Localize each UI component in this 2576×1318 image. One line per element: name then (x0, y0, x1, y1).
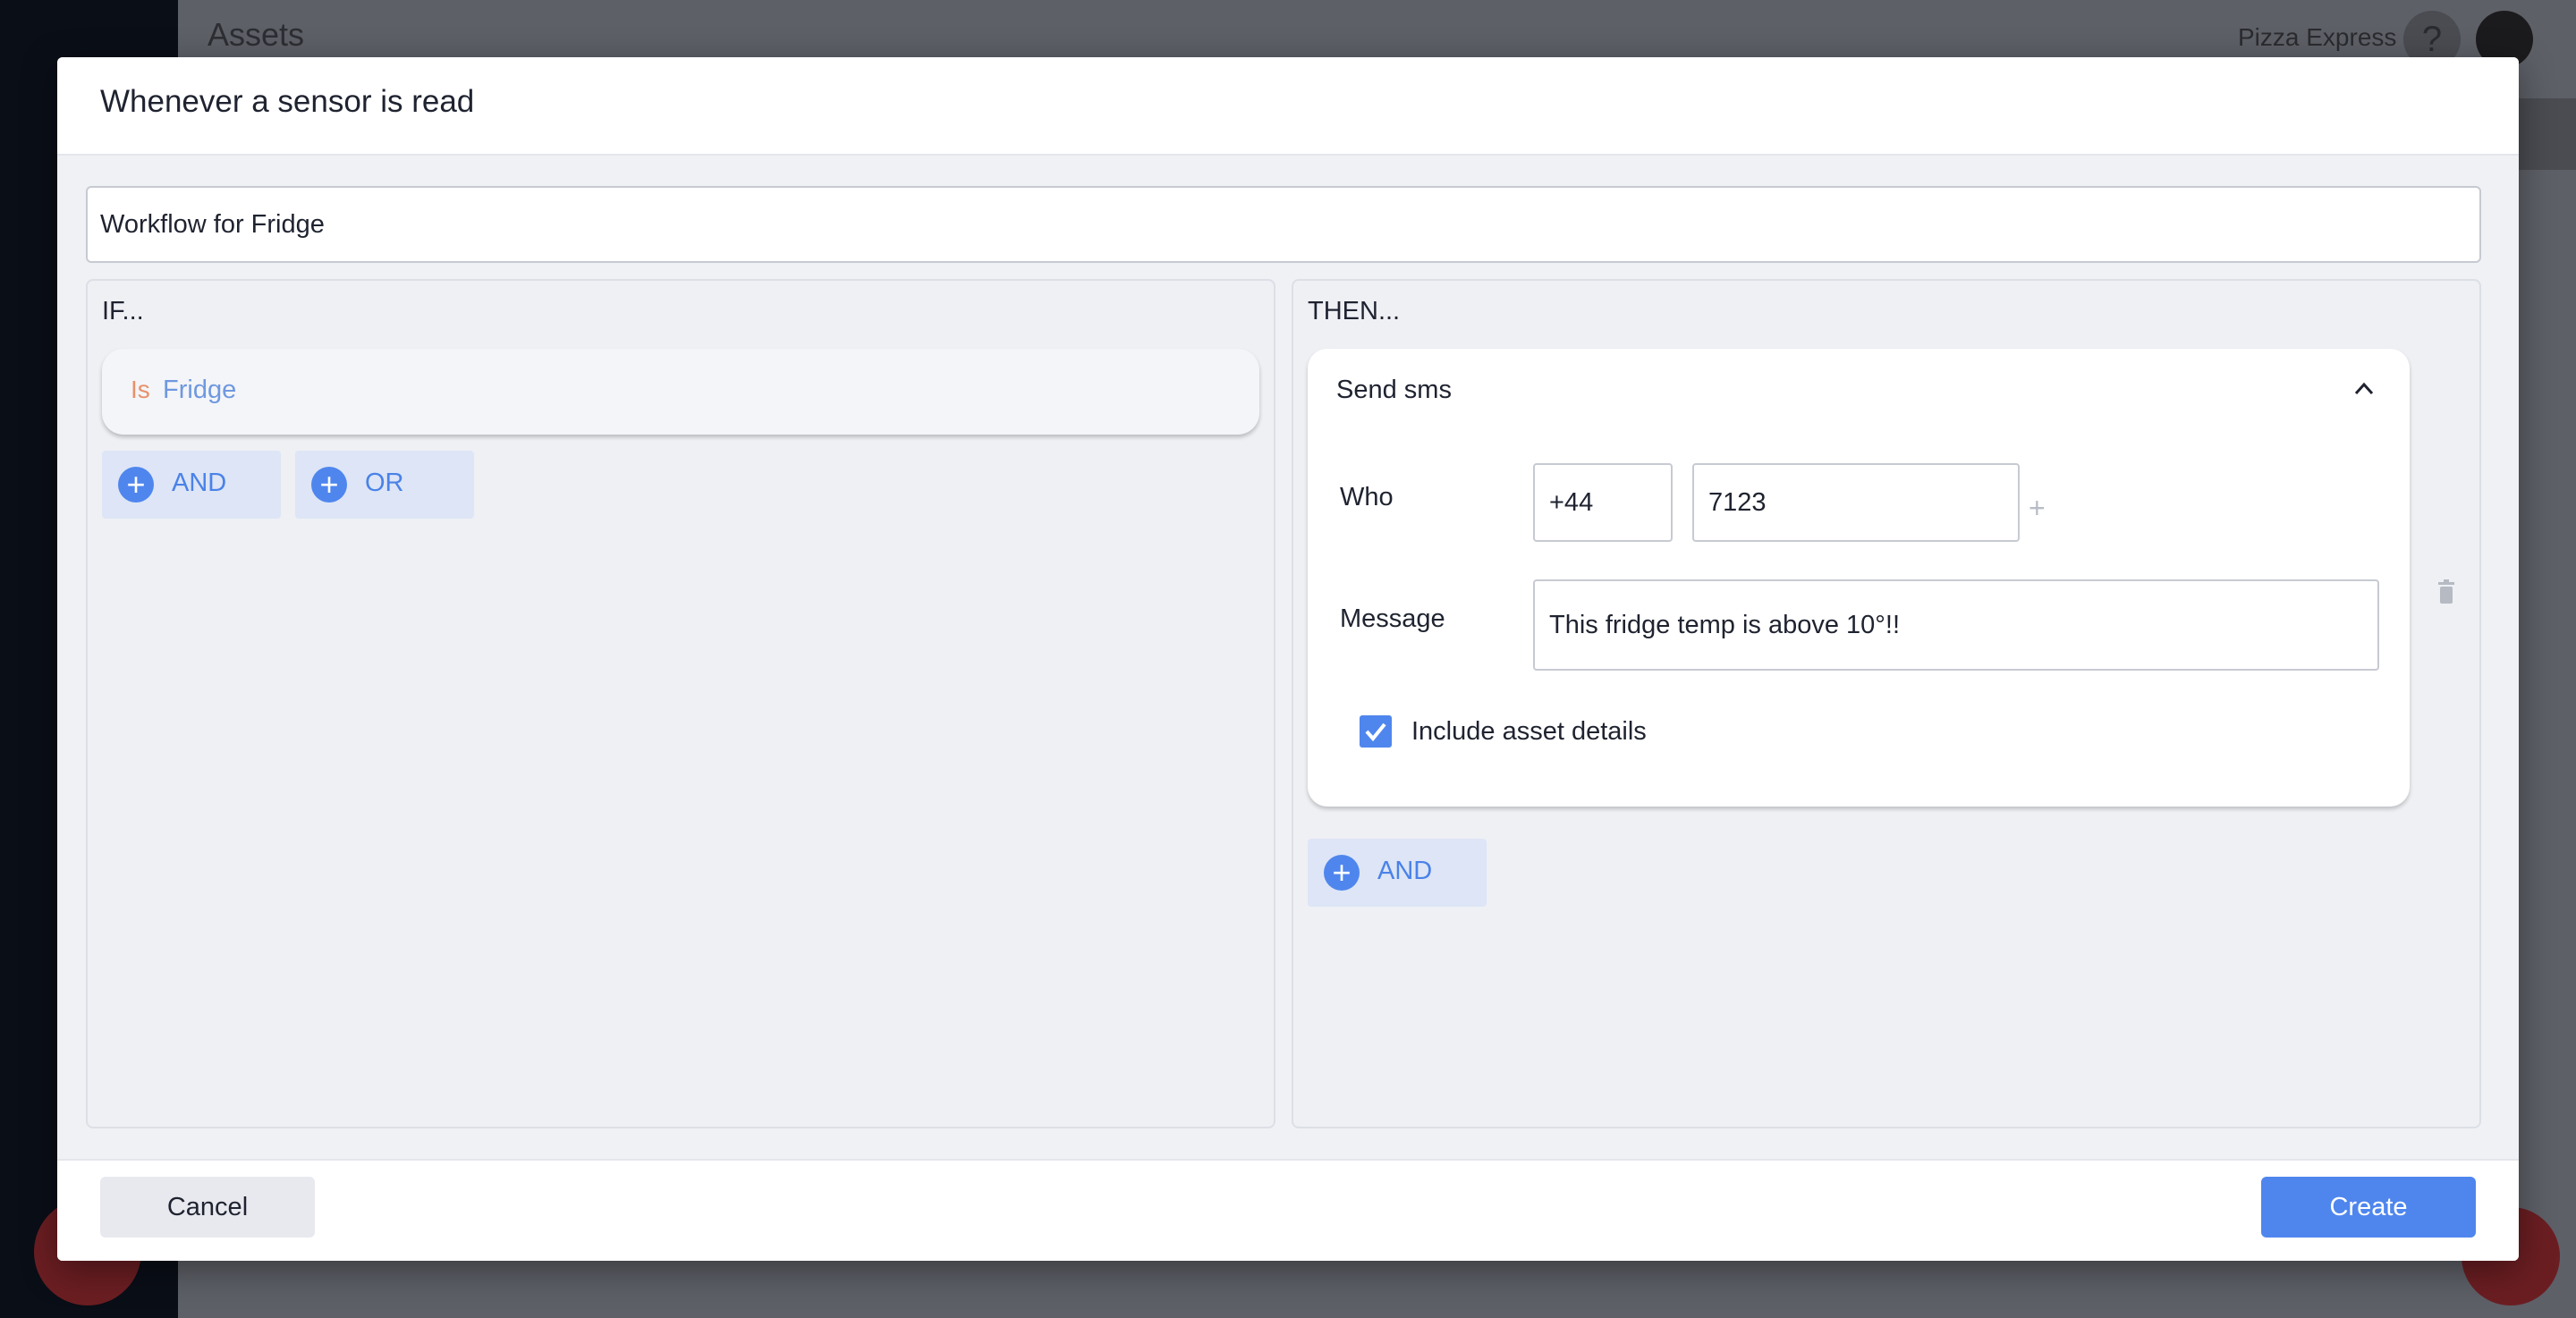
if-or-label: OR (365, 469, 404, 497)
if-label: IF... (102, 297, 144, 325)
background-brand-name: Pizza Express (2238, 23, 2397, 51)
include-asset-details-checkbox[interactable] (1360, 715, 1392, 748)
create-button[interactable]: Create (2261, 1177, 2476, 1238)
who-label: Who (1340, 483, 1394, 511)
send-sms-action-card: Send sms Who + Message Include asset det… (1308, 349, 2410, 807)
if-panel: IF... Is Fridge + AND + OR (86, 279, 1275, 1128)
condition-card[interactable]: Is Fridge (102, 349, 1259, 435)
workflow-modal: Whenever a sensor is read IF... Is Fridg… (57, 57, 2519, 1261)
plus-icon[interactable]: + (2029, 492, 2046, 525)
then-and-label: AND (1377, 857, 1433, 885)
plus-circle-icon: + (1324, 855, 1360, 891)
modal-footer: Cancel Create (57, 1159, 2519, 1261)
if-and-button[interactable]: + AND (102, 451, 281, 519)
include-asset-details-label: Include asset details (1411, 717, 1647, 746)
modal-header: Whenever a sensor is read (57, 57, 2519, 156)
if-and-label: AND (172, 469, 227, 497)
plus-circle-icon: + (311, 467, 347, 503)
checkmark-icon (1365, 722, 1386, 742)
background-panel-edge (2519, 98, 2576, 170)
then-panel: THEN... Send sms Who + Message Include a… (1292, 279, 2481, 1128)
if-or-button[interactable]: + OR (295, 451, 474, 519)
modal-title: Whenever a sensor is read (100, 84, 475, 119)
cancel-button[interactable]: Cancel (100, 1177, 315, 1238)
phone-number-input[interactable] (1692, 463, 2020, 542)
message-input[interactable] (1533, 579, 2379, 671)
message-label: Message (1340, 604, 1445, 633)
condition-value: Fridge (163, 376, 237, 404)
chevron-up-icon[interactable] (2354, 379, 2374, 399)
country-code-input[interactable] (1533, 463, 1673, 542)
background-page-title: Assets (208, 16, 305, 53)
then-and-button[interactable]: + AND (1308, 839, 1487, 907)
then-label: THEN... (1308, 297, 1401, 325)
action-title: Send sms (1336, 376, 1452, 404)
trash-icon[interactable] (2436, 579, 2456, 604)
workflow-name-input[interactable] (86, 186, 2481, 263)
condition-operator: Is (131, 376, 150, 403)
plus-circle-icon: + (118, 467, 154, 503)
